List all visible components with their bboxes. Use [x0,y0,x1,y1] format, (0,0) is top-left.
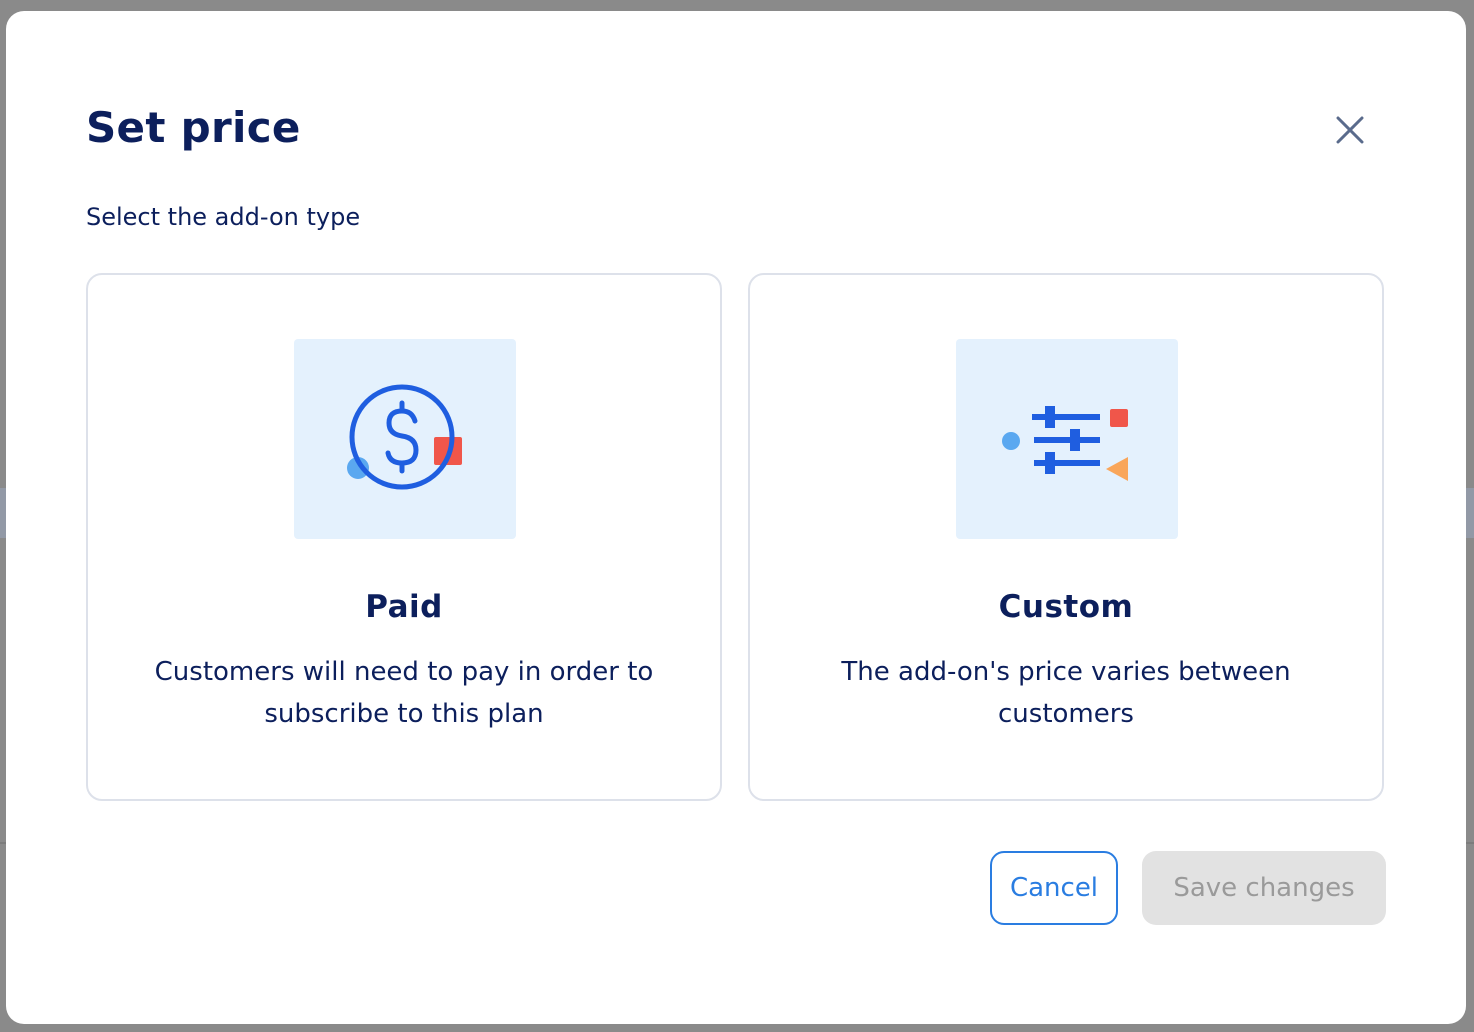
save-changes-button[interactable]: Save changes [1142,851,1386,925]
cancel-button[interactable]: Cancel [990,851,1118,925]
custom-illustration [956,339,1178,539]
option-description-paid: Customers will need to pay in order to s… [154,657,654,729]
option-card-paid[interactable]: Paid Customers will need to pay in order… [86,273,722,801]
close-icon [1336,116,1364,144]
close-button[interactable] [1324,110,1372,150]
paid-illustration [294,339,516,539]
option-title-paid: Paid [365,589,443,625]
dollar-circle-icon [347,384,462,490]
modal-subtitle: Select the add-on type [86,203,361,231]
sliders-icon [1002,406,1128,481]
option-title-custom: Custom [998,589,1134,625]
option-card-custom[interactable]: Custom The add-on's price varies between… [748,273,1384,801]
option-description-custom: The add-on's price varies between custom… [841,657,1291,729]
modal-title: Set price [86,103,301,152]
set-price-modal: Set price Select the add-on type Paid Cu… [6,11,1466,1024]
